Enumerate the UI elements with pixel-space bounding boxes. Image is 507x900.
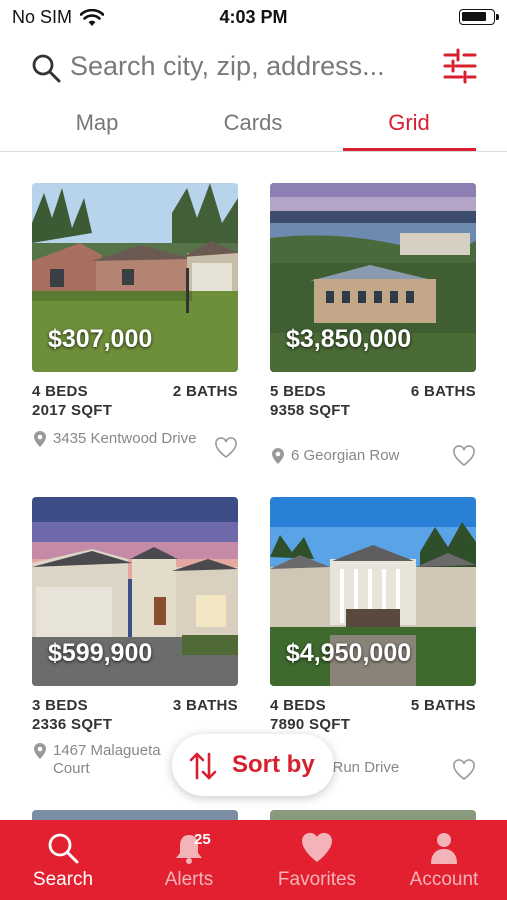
alerts-badge: 25 <box>194 831 211 848</box>
wifi-icon <box>80 8 105 26</box>
nav-alerts-label: Alerts <box>164 869 214 890</box>
listing-photo-partial[interactable] <box>270 810 476 820</box>
listing-card[interactable]: $307,000 4 BEDS 2 BATHS 2017 SQFT 3435 K… <box>32 183 238 463</box>
search-input[interactable]: Search city, zip, address... <box>70 51 385 82</box>
sort-by-label: Sort by <box>232 751 315 778</box>
listing-photo-partial[interactable] <box>32 810 238 820</box>
favorite-heart-icon[interactable] <box>452 759 476 781</box>
filter-sliders-icon[interactable] <box>442 48 478 84</box>
listing-sqft: 2336 SQFT <box>32 716 113 733</box>
search-icon <box>32 54 61 83</box>
listing-photo[interactable]: $307,000 <box>32 183 238 372</box>
listing-baths: 6 BATHS <box>410 383 476 400</box>
bottom-nav: Search 25 Alerts Favorites Account <box>0 820 507 900</box>
listing-price: $599,900 <box>48 639 153 667</box>
active-tab-indicator <box>343 148 476 151</box>
carrier-label: No SIM <box>12 7 73 27</box>
listing-address-text: 6 Georgian Row <box>291 447 400 464</box>
status-carrier-group: No SIM <box>12 7 105 28</box>
listing-sqft: 9358 SQFT <box>270 402 351 419</box>
listing-sqft: 7890 SQFT <box>270 716 351 733</box>
listing-baths: 2 BATHS <box>172 383 238 400</box>
listing-photo[interactable]: $4,950,000 <box>270 497 476 686</box>
search-icon <box>48 833 79 864</box>
search-bar[interactable]: Search city, zip, address... <box>0 40 507 96</box>
nav-account[interactable]: Account <box>381 820 507 900</box>
listing-beds: 4 BEDS <box>32 383 88 400</box>
listing-address-text: 3435 Kentwood Drive <box>53 430 197 447</box>
tab-map[interactable]: Map <box>30 110 164 136</box>
tab-grid[interactable]: Grid <box>342 110 476 136</box>
nav-search[interactable]: Search <box>0 820 126 900</box>
listing-price: $307,000 <box>48 325 153 353</box>
favorite-heart-icon[interactable] <box>452 445 476 467</box>
location-pin-icon <box>34 431 46 447</box>
listing-baths: 5 BATHS <box>410 697 476 714</box>
view-tabs: Map Cards Grid <box>0 104 507 152</box>
listing-photo[interactable]: $3,850,000 <box>270 183 476 372</box>
listing-photo[interactable]: $599,900 <box>32 497 238 686</box>
sort-by-button[interactable]: Sort by <box>172 734 334 796</box>
sort-arrows-icon <box>189 752 217 780</box>
nav-favorites-label: Favorites <box>277 869 357 890</box>
listing-price: $4,950,000 <box>286 639 412 667</box>
location-pin-icon <box>272 448 284 464</box>
nav-search-label: Search <box>32 869 94 890</box>
listing-card[interactable]: $3,850,000 5 BEDS 6 BATHS 9358 SQFT 6 Ge… <box>270 183 476 466</box>
location-pin-icon <box>34 743 46 759</box>
nav-account-label: Account <box>409 869 479 890</box>
listing-sqft: 2017 SQFT <box>32 402 113 419</box>
tab-cards[interactable]: Cards <box>186 110 320 136</box>
listing-baths: 3 BATHS <box>172 697 238 714</box>
status-bar: 4:03 PM No SIM <box>0 0 507 34</box>
nav-favorites[interactable]: Favorites <box>254 820 380 900</box>
listing-beds: 3 BEDS <box>32 697 88 714</box>
listing-beds: 5 BEDS <box>270 383 326 400</box>
nav-alerts[interactable]: 25 Alerts <box>126 820 252 900</box>
battery-icon <box>459 9 499 25</box>
listing-price: $3,850,000 <box>286 325 412 353</box>
heart-icon <box>301 832 333 862</box>
listing-address-text: e Run Drive <box>320 759 400 776</box>
listing-beds: 4 BEDS <box>270 697 326 714</box>
person-icon <box>431 833 457 864</box>
favorite-heart-icon[interactable] <box>214 437 238 459</box>
